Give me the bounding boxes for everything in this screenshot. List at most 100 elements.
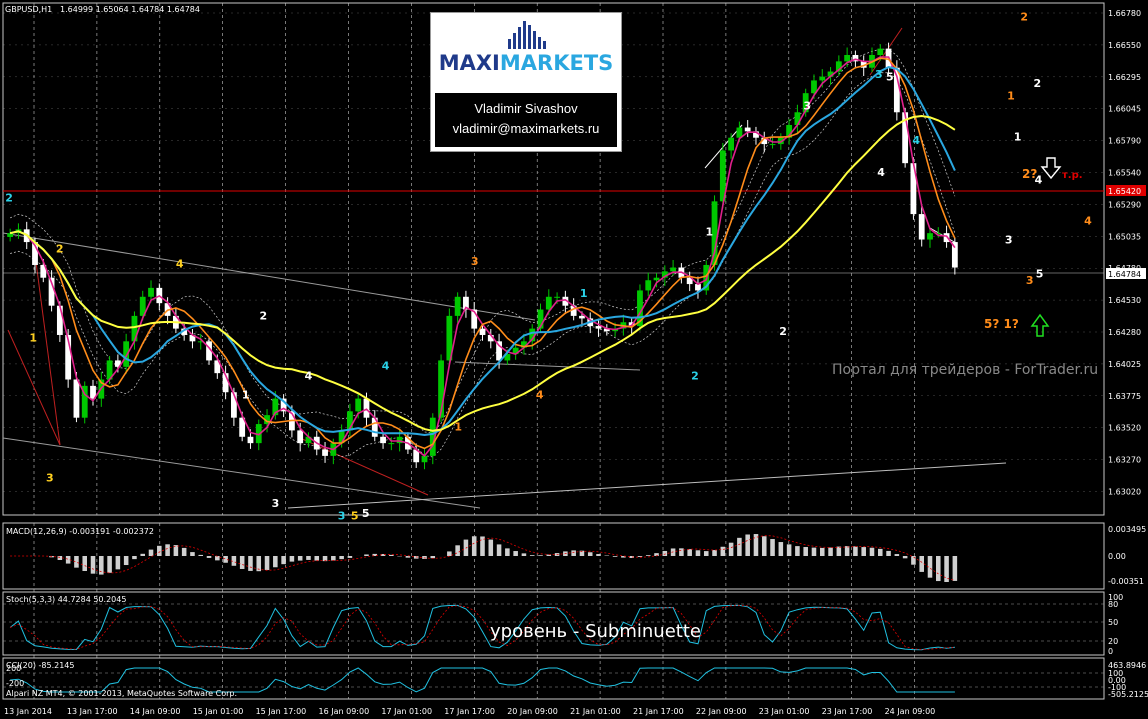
wave-label: 2 (691, 370, 699, 383)
forecast-2-label: 2? (1022, 167, 1037, 181)
y-tick-label: 1.64280 (1108, 328, 1141, 337)
current-price-label: 1.64784 (1108, 270, 1141, 279)
wave-label: 4 (877, 166, 885, 179)
wave-label: 5 (886, 70, 894, 83)
wave-label: 4 (912, 134, 920, 147)
candle-body (479, 328, 486, 335)
y-tick-label: 1.65790 (1108, 137, 1141, 146)
candle-body (322, 449, 328, 456)
author-card: Vladimir Sivashov vladimir@maximarkets.r… (435, 93, 617, 147)
wave-label: 1 (580, 287, 588, 300)
y-tick-label: 0 (1108, 647, 1113, 656)
logo-brand-maxi: MAXI (438, 51, 500, 75)
logo-brand-markets: MARKETS (499, 51, 614, 75)
x-axis: 13 Jan 2014 13 Jan 17:00 14 Jan 09:00 15 Ja… (4, 707, 935, 716)
candle-body (554, 296, 560, 298)
y-tick-label: 1.65290 (1108, 200, 1141, 209)
candle-body (380, 436, 386, 444)
x-tick-label: 21 Jan 17:00 (633, 707, 684, 716)
y-tick-label: 1.63520 (1108, 424, 1141, 433)
maximarkets-logo: MAXIMARKETS Vladimir Sivashov vladimir@m… (430, 12, 622, 152)
wave-label: 3 (875, 68, 883, 81)
x-tick-label: 16 Jan 09:00 (319, 707, 370, 716)
turning-point-label: т.р. (1062, 170, 1083, 181)
y-tick-label: 1.66045 (1108, 105, 1141, 114)
wave-label: 3 (1005, 233, 1013, 246)
candle-body (877, 48, 884, 55)
x-tick-label: 14 Jan 09:00 (130, 707, 181, 716)
chart-ohlc: 1.64999 1.65064 1.64784 1.64784 (60, 5, 200, 14)
chart-symbol: GBPUSD,H1 (5, 5, 52, 14)
wave-label: 4 (536, 389, 544, 402)
candle-body (918, 214, 925, 240)
macd-title: MACD(12,26,9) -0.003191 -0.002372 (6, 527, 154, 536)
candle-body (794, 112, 801, 125)
y-tick-label: 1.63270 (1108, 456, 1141, 465)
y-tick-label: 1.65540 (1108, 169, 1141, 178)
wave-label: 4 (1084, 214, 1092, 227)
wave-label: 2 (1020, 11, 1028, 24)
wave-label: 4 (305, 370, 313, 383)
wave-label: 2 (260, 310, 268, 323)
x-tick-label: 17 Jan 01:00 (381, 707, 432, 716)
y-tick-label: 1.64530 (1108, 296, 1141, 305)
wave-label: 2 (5, 191, 13, 204)
wave-label: 1 (242, 389, 250, 402)
candle-body (363, 398, 370, 418)
logo-bars-icon (508, 21, 546, 49)
y-tick-label: 1.66780 (1108, 9, 1141, 18)
y-tick-label: -505.2125 (1108, 690, 1148, 699)
y-tick-label: 0.00 (1108, 552, 1126, 561)
candle-body (297, 430, 304, 444)
wave-label: 4 (176, 258, 184, 271)
x-tick-label: 23 Jan 17:00 (822, 707, 873, 716)
x-tick-label: 15 Jan 17:00 (256, 707, 307, 716)
wave-label: 1 (705, 226, 713, 239)
candle-body (645, 280, 652, 291)
candle-body (595, 326, 602, 329)
candle-body (148, 287, 154, 297)
cci-left-tick: -200 (6, 679, 24, 688)
x-tick-label: 13 Jan 2014 (4, 707, 52, 716)
wave-label: 3 (471, 255, 479, 268)
wave-label: 4 (382, 359, 390, 372)
logo-brand: MAXIMARKETS (431, 51, 621, 75)
x-tick-label: 13 Jan 17:00 (67, 707, 118, 716)
candle-body (247, 436, 254, 444)
wave-label: 2 (56, 242, 64, 255)
y-tick-label: 1.65035 (1108, 232, 1141, 241)
candle-body (769, 144, 776, 146)
wave-label: 1 (1014, 130, 1022, 143)
candle-body (355, 398, 362, 412)
x-tick-label: 24 Jan 09:00 (885, 707, 936, 716)
wave-label: 3 (803, 100, 811, 113)
y-tick-label: 80 (1108, 600, 1118, 609)
copyright-text: Alpari NZ MT4, © 2001-2013, MetaQuotes S… (6, 689, 237, 698)
candle-body (927, 233, 933, 240)
x-tick-label: 22 Jan 09:00 (696, 707, 747, 716)
wave-label: 1 (454, 420, 462, 433)
candle-body (579, 315, 585, 319)
candle-body (545, 296, 552, 310)
x-tick-label: 17 Jan 17:00 (444, 707, 495, 716)
y-tick-label: 1.63020 (1108, 488, 1141, 497)
y-tick-label: 1.64025 (1108, 360, 1141, 369)
candle-body (728, 137, 735, 151)
y-tick-label: 1.63775 (1108, 392, 1141, 401)
wave-label: 3 (1026, 274, 1034, 287)
candle-body (844, 54, 851, 62)
x-tick-label: 20 Jan 09:00 (507, 707, 558, 716)
wave-label: 3 (338, 509, 346, 522)
resistance-price-label: 1.65420 (1108, 187, 1141, 196)
wave-label: 1 (29, 331, 37, 344)
watermark-text: Портал для трейдеров - ForTrader.ru (832, 362, 1099, 378)
candle-body (73, 379, 80, 418)
cci-title: CCI(20) -85.2145 (6, 661, 74, 670)
candle-body (819, 76, 826, 81)
y-tick-label: 1.66295 (1108, 73, 1141, 82)
x-tick-label: 23 Jan 01:00 (759, 707, 810, 716)
wave-label: 5 (351, 509, 359, 522)
candle-body (454, 296, 461, 316)
y-tick-label: 50 (1108, 618, 1118, 627)
wave-label: 5 (362, 507, 370, 520)
